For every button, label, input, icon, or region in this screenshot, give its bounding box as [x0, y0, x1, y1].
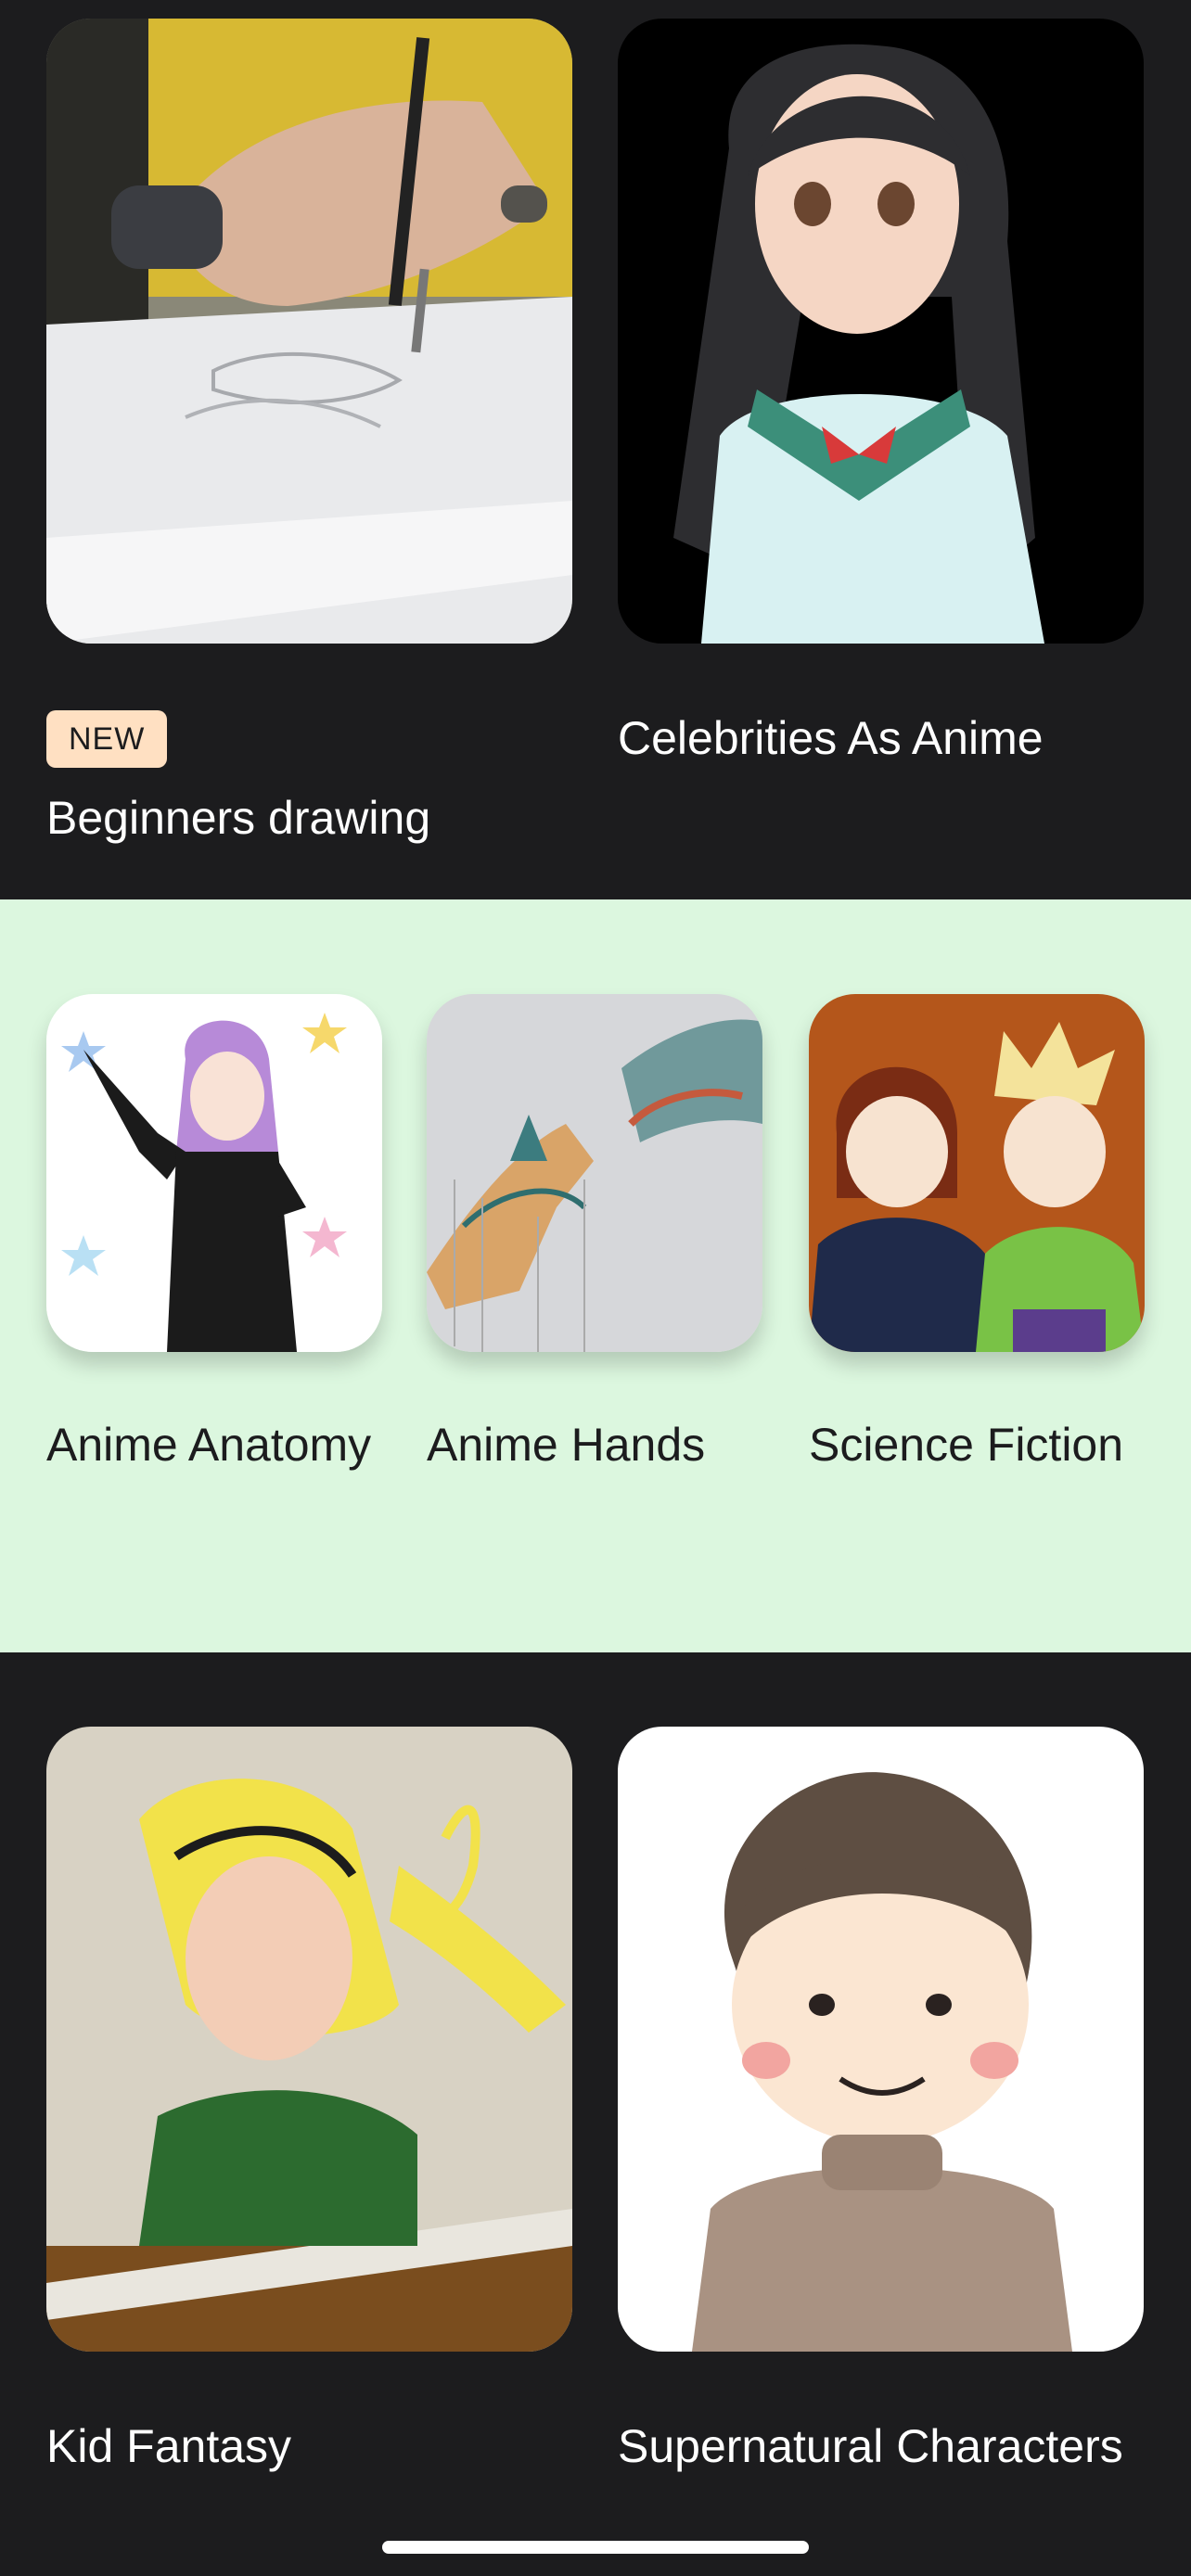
home-indicator[interactable]: [382, 2541, 809, 2554]
category-card-anime-hands[interactable]: Anime Hands: [427, 994, 762, 1474]
celebrities-as-anime-thumbnail[interactable]: [618, 19, 1144, 644]
category-card-science-fiction[interactable]: Science Fiction: [809, 994, 1145, 1474]
course-title: Kid Fantasy: [46, 2420, 292, 2472]
new-badge: NEW: [46, 710, 168, 768]
course-title: Supernatural Characters: [618, 2420, 1123, 2472]
anime-anatomy-thumbnail[interactable]: [46, 994, 382, 1352]
course-card-beginners-drawing[interactable]: NEW Beginners drawing: [46, 19, 572, 844]
category-title: Anime Hands: [427, 1419, 706, 1471]
course-card-supernatural-characters[interactable]: Supernatural Characters: [618, 1727, 1144, 2472]
more-section: Kid Fantasy Supernatural Characters: [0, 1652, 1191, 2576]
page: NEW Beginners drawing Celebrities As Ani…: [0, 0, 1191, 2576]
course-card-kid-fantasy[interactable]: Kid Fantasy: [46, 1727, 572, 2472]
categories-section: Anime Anatomy Anime Hands Science Fictio…: [0, 899, 1191, 1652]
category-card-anime-anatomy[interactable]: Anime Anatomy: [46, 994, 382, 1474]
course-card-celebrities-as-anime[interactable]: Celebrities As Anime: [618, 19, 1144, 764]
kid-fantasy-thumbnail[interactable]: [46, 1727, 572, 2352]
category-title: Science Fiction: [809, 1419, 1124, 1471]
anime-hands-thumbnail[interactable]: [427, 994, 762, 1352]
course-title: Celebrities As Anime: [618, 712, 1044, 764]
featured-section: NEW Beginners drawing Celebrities As Ani…: [0, 0, 1191, 899]
course-title: Beginners drawing: [46, 792, 431, 844]
science-fiction-thumbnail[interactable]: [809, 994, 1145, 1352]
supernatural-characters-thumbnail[interactable]: [618, 1727, 1144, 2352]
category-title: Anime Anatomy: [46, 1419, 372, 1471]
beginners-drawing-thumbnail[interactable]: [46, 19, 572, 644]
